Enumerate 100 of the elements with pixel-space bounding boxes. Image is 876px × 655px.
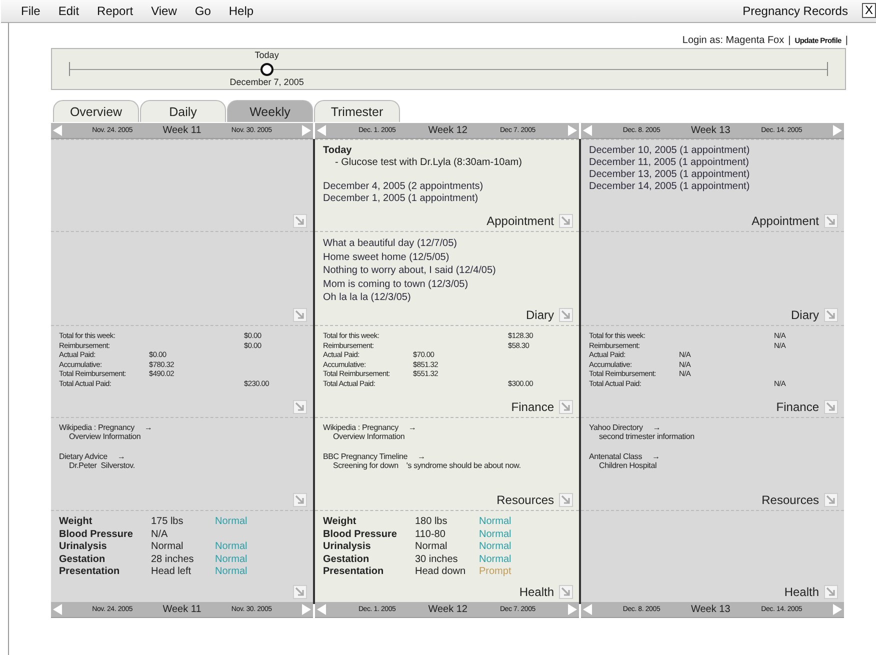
- next-arrow-icon[interactable]: [568, 604, 577, 615]
- section-title: Finance: [776, 400, 819, 414]
- appointment-item[interactable]: December 11, 2005 (1 appointment): [589, 157, 838, 169]
- expand-icon[interactable]: [824, 585, 838, 599]
- menu-item[interactable]: Help: [220, 4, 262, 18]
- close-button[interactable]: X: [862, 3, 876, 18]
- health-status: Normal: [215, 566, 248, 578]
- expand-icon[interactable]: [824, 308, 838, 322]
- health-status: Normal: [479, 528, 512, 541]
- expand-icon[interactable]: [559, 308, 573, 322]
- health-value: N/A: [151, 528, 169, 541]
- health-value: Head left: [151, 566, 192, 578]
- week-label: Week 12: [428, 125, 468, 136]
- expand-icon[interactable]: [293, 493, 307, 507]
- resource-link[interactable]: Yahoo Directory: [589, 423, 643, 432]
- health-value: Normal: [151, 541, 184, 554]
- health-label: Gestation: [59, 554, 106, 566]
- health-value: Normal: [415, 541, 448, 554]
- next-arrow-icon[interactable]: [568, 125, 577, 136]
- menu-item[interactable]: Go: [186, 4, 219, 18]
- tab[interactable]: Daily: [140, 100, 226, 122]
- appointment-item[interactable]: December 10, 2005 (1 appointment): [589, 145, 838, 157]
- expand-icon[interactable]: [293, 585, 307, 599]
- expand-icon[interactable]: [293, 214, 307, 228]
- resource-link[interactable]: Antenatal Class: [589, 452, 642, 461]
- next-arrow-icon[interactable]: [832, 604, 842, 615]
- next-arrow-icon[interactable]: [302, 604, 311, 615]
- today-label: Today: [323, 145, 353, 157]
- health-value: 180 lbs: [415, 516, 448, 528]
- resource-arrow: →: [144, 423, 152, 432]
- health-status: Normal: [215, 516, 248, 528]
- week-label: Week 13: [690, 604, 730, 615]
- section-title: Appointment: [486, 214, 554, 228]
- section-title: Health: [519, 585, 554, 599]
- health-label: Blood Pressure: [59, 528, 134, 541]
- resource-link[interactable]: BBC Pregnancy Timeline: [323, 452, 408, 461]
- expand-icon[interactable]: [559, 400, 573, 414]
- resource-arrow: →: [652, 452, 660, 461]
- health-status: Normal: [479, 541, 512, 554]
- next-arrow-icon[interactable]: [832, 125, 842, 136]
- section-title: Diary: [526, 308, 554, 322]
- week-label: Week 11: [162, 125, 202, 136]
- previous-arrow-icon[interactable]: [53, 125, 62, 136]
- separator: |: [788, 35, 791, 46]
- menu-item[interactable]: Edit: [50, 4, 88, 18]
- previous-arrow-icon[interactable]: [53, 604, 62, 615]
- appointment-item: - Glucose test with Dr.Lyla (8:30am-10am): [334, 157, 523, 169]
- diary-entry[interactable]: Home sweet home (12/5/05): [323, 250, 573, 264]
- login-text: Login as: Magenta Fox: [682, 35, 784, 46]
- health-label: Weight: [59, 516, 94, 528]
- appointment-item[interactable]: December 4, 2005 (2 appointments): [323, 181, 573, 193]
- expand-icon[interactable]: [559, 214, 573, 228]
- section-title: Resources: [496, 493, 554, 507]
- expand-icon[interactable]: [293, 400, 307, 414]
- diary-entry[interactable]: Nothing to worry about, I said (12/4/05): [323, 264, 573, 278]
- tab[interactable]: Overview: [53, 100, 139, 122]
- menu-item[interactable]: File: [13, 4, 48, 18]
- menu-item[interactable]: View: [143, 4, 185, 18]
- diary-entry[interactable]: What a beautiful day (12/7/05): [323, 237, 573, 250]
- resource-link[interactable]: Wikipedia : Pregnancy: [323, 423, 398, 432]
- timeline-handle[interactable]: [260, 63, 274, 76]
- resource-description: Overview Information: [332, 432, 406, 441]
- previous-arrow-icon[interactable]: [317, 125, 326, 136]
- tab[interactable]: Trimester: [314, 100, 400, 122]
- expand-icon[interactable]: [824, 214, 838, 228]
- health-value: 175 lbs: [151, 516, 184, 528]
- menu-item[interactable]: Report: [89, 4, 142, 18]
- separator: |: [845, 35, 848, 46]
- resource-arrow: →: [117, 452, 126, 461]
- health-status: Normal: [479, 554, 512, 566]
- health-label: Weight: [323, 516, 358, 528]
- health-status: Normal: [215, 554, 248, 566]
- diary-entry[interactable]: Mom is coming to town (12/3/05): [323, 278, 573, 291]
- health-status: Prompt: [479, 566, 512, 578]
- expand-icon[interactable]: [293, 308, 307, 322]
- health-label: Blood Pressure: [323, 528, 398, 541]
- app-title: Pregnancy Records: [742, 4, 848, 18]
- tab[interactable]: Weekly: [227, 100, 313, 122]
- appointment-item[interactable]: December 14, 2005 (1 appointment): [589, 181, 838, 193]
- health-label: Presentation: [323, 566, 385, 578]
- health-label: Urinalysis: [323, 541, 372, 554]
- resource-description: Dr.Peter Silverstov.: [68, 461, 136, 470]
- next-arrow-icon[interactable]: [302, 125, 311, 136]
- previous-arrow-icon[interactable]: [317, 604, 326, 615]
- appointment-item[interactable]: December 13, 2005 (1 appointment): [589, 169, 838, 181]
- previous-arrow-icon[interactable]: [583, 604, 592, 615]
- diary-entry[interactable]: Oh la la la (12/3/05): [323, 291, 573, 304]
- health-label: Presentation: [59, 566, 121, 578]
- health-value: Head down: [415, 566, 467, 578]
- resource-link[interactable]: Wikipedia : Pregnancy: [59, 423, 134, 432]
- previous-arrow-icon[interactable]: [583, 125, 592, 136]
- expand-icon[interactable]: [559, 585, 573, 599]
- expand-icon[interactable]: [559, 493, 573, 507]
- timeline-date: December 7, 2005: [230, 77, 304, 87]
- expand-icon[interactable]: [824, 400, 838, 414]
- section-title: Diary: [790, 308, 819, 322]
- resource-description: Children Hospital: [598, 461, 658, 470]
- appointment-item[interactable]: December 1, 2005 (1 appointment): [323, 193, 573, 205]
- resource-link[interactable]: Dietary Advice: [59, 452, 108, 461]
- expand-icon[interactable]: [824, 493, 838, 507]
